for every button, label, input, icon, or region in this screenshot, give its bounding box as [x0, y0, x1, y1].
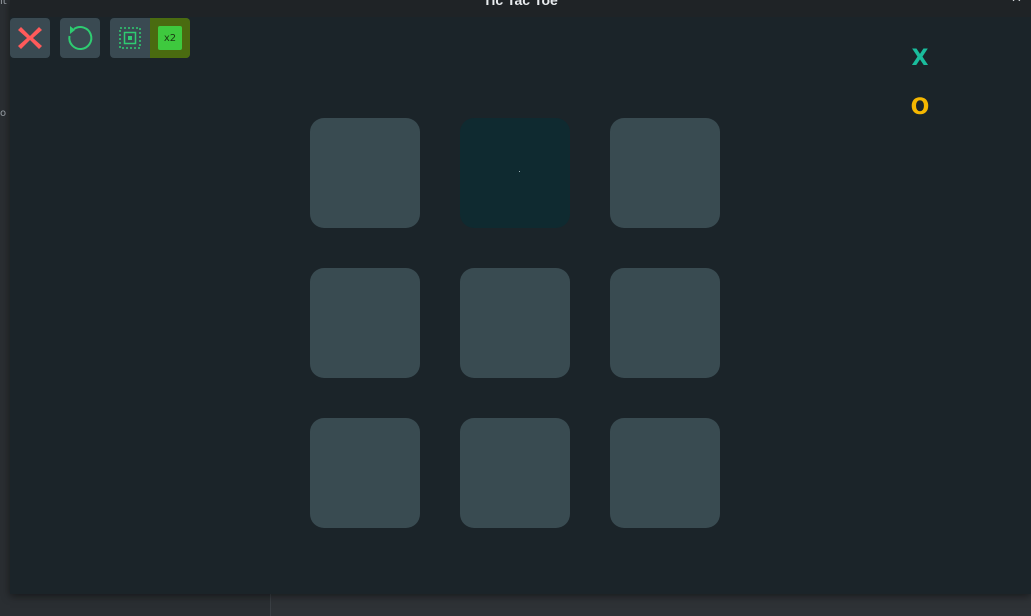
board-cell-2[interactable] [460, 118, 570, 228]
x-quit-icon [18, 27, 42, 49]
board-cell-1[interactable] [310, 118, 420, 228]
cell-cursor-dot [519, 171, 520, 172]
board-cell-6[interactable] [610, 268, 720, 378]
restart-icon [68, 26, 93, 50]
layout-button[interactable] [110, 18, 150, 58]
title-bar[interactable]: Tic Tac Toe – ✕ [10, 0, 1031, 17]
board-cell-5[interactable] [460, 268, 570, 378]
layout-icon [119, 27, 141, 49]
game-board [310, 118, 720, 528]
player-o-label: O [910, 95, 930, 120]
board-cell-4[interactable] [310, 268, 420, 378]
window-title: Tic Tac Toe [483, 0, 558, 8]
board-cell-8[interactable] [460, 418, 570, 528]
board-cell-9[interactable] [610, 418, 720, 528]
restart-button[interactable] [60, 18, 100, 58]
close-button[interactable]: ✕ [1011, 0, 1022, 7]
player-x-label: X [911, 46, 929, 71]
background-text: lt [0, 0, 7, 7]
minimize-button[interactable]: – [976, 0, 983, 7]
game-window: Tic Tac Toe – ✕ x2 [10, 0, 1031, 594]
view-controls: x2 [110, 18, 190, 58]
board-cell-7[interactable] [310, 418, 420, 528]
quit-button[interactable] [10, 18, 50, 58]
speed-button[interactable]: x2 [150, 18, 190, 58]
board-cell-3[interactable] [610, 118, 720, 228]
background-text: o [0, 108, 7, 119]
speed-label: x2 [158, 26, 182, 50]
